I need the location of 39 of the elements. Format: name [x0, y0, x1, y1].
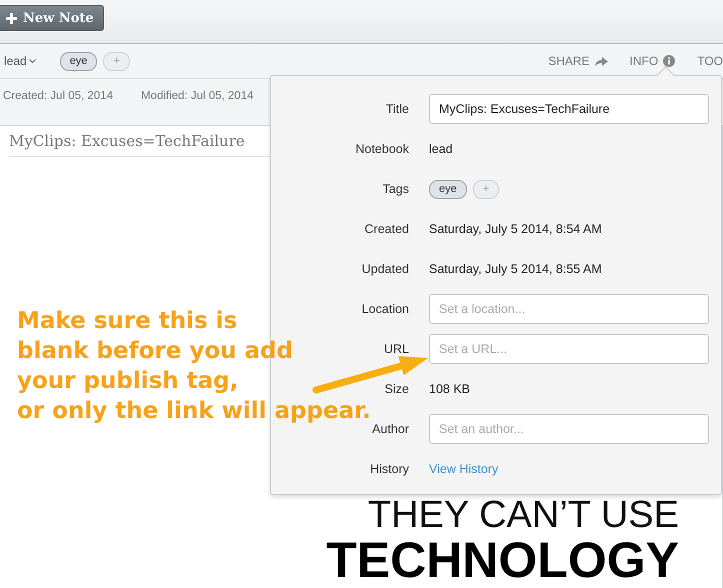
modified-date: Modified: Jul 05, 2014: [140, 90, 254, 102]
info-value: Saturday, July 5 2014, 8:55 AM: [429, 262, 603, 276]
field-label: Notebook: [354, 142, 409, 156]
field-label: Title: [384, 102, 409, 116]
caret-icon: [28, 58, 36, 64]
field-label: Created: [364, 222, 409, 236]
tag-chip[interactable]: eye: [429, 180, 467, 199]
notebook-selector[interactable]: lead: [4, 54, 36, 68]
add-tag-button[interactable]: +: [103, 52, 130, 70]
toolbar-action[interactable]: INFO: [630, 54, 676, 68]
created-date: Created: Jul 05, 2014: [3, 90, 113, 102]
info-value: 108 KB: [429, 382, 472, 396]
note-content-text: THEY CAN’T USE: [368, 495, 679, 535]
annotation-text: your publish tag,: [17, 368, 238, 395]
share-arrow-icon: [594, 56, 608, 66]
toolbar-action[interactable]: SHARE: [548, 54, 608, 68]
toolbar-action[interactable]: TOO: [697, 54, 723, 68]
new-note-button[interactable]: New Note: [0, 5, 104, 31]
info-icon: [663, 55, 676, 67]
field-label: Size: [384, 382, 409, 396]
field-label: Author: [371, 422, 409, 436]
info-value: Saturday, July 5 2014, 8:54 AM: [429, 222, 603, 236]
text-field[interactable]: MyClips: Excuses=TechFailure: [429, 94, 709, 124]
field-label: Updated: [360, 262, 409, 276]
text-field[interactable]: Set an author...: [429, 414, 709, 444]
tag-chip[interactable]: eye: [60, 52, 98, 70]
note-content-text: TECHNOLOGY: [326, 535, 679, 585]
view-history-link[interactable]: View History: [429, 462, 498, 476]
field-label: Tags: [382, 182, 409, 196]
text-field[interactable]: Set a location...: [429, 294, 709, 324]
annotation-text: or only the link will appear.: [17, 398, 371, 425]
add-tag-button[interactable]: +: [472, 180, 500, 199]
info-value: lead: [429, 142, 454, 156]
field-label: History: [369, 462, 409, 476]
plus-icon: [6, 12, 17, 24]
annotation-text: Make sure this is: [17, 308, 238, 335]
field-label: Location: [360, 302, 409, 316]
annotation-text: blank before you add: [17, 338, 293, 365]
text-field[interactable]: Set a URL...: [429, 334, 709, 364]
